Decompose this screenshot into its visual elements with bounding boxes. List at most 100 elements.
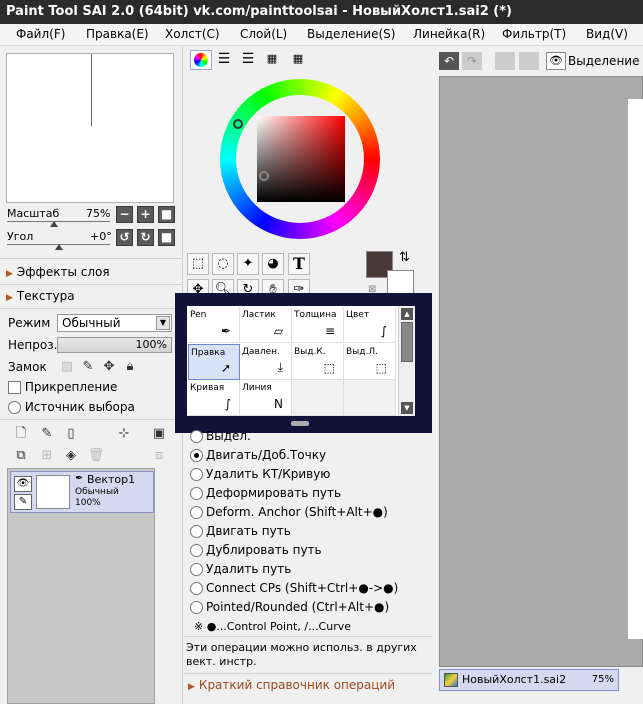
layer-row[interactable]: 👁︎ ✎ ✒ Вектор1 Обычный 100% (10, 471, 154, 513)
brush-pen[interactable]: Pen ✒ (188, 307, 240, 343)
rect-select-tool[interactable]: ⬚ (187, 253, 209, 275)
radio-button[interactable] (8, 401, 21, 414)
scroll-up-icon[interactable]: ▲ (401, 308, 413, 320)
opacity-slider[interactable]: 100% (57, 337, 172, 353)
color-picker-marker[interactable] (259, 171, 269, 181)
new-layer-icon[interactable]: 🗋︎ (12, 425, 30, 443)
radio-button[interactable] (190, 525, 203, 538)
invert-selection-icon[interactable] (519, 52, 539, 70)
text-tool[interactable]: T (288, 253, 310, 275)
option-move-path[interactable]: Двигать путь (190, 524, 291, 538)
option-duplicate-path[interactable]: Дублировать путь (190, 543, 322, 557)
hue-marker[interactable] (233, 119, 243, 129)
saturation-value-square[interactable] (257, 116, 345, 202)
canvas-tab[interactable]: НовыйХолст1.sai2 75% (439, 669, 619, 691)
zoom-in-button[interactable]: + (137, 206, 154, 223)
hsv-sliders-tab[interactable]: ☰ (238, 52, 258, 68)
option-pointed-rounded[interactable]: Pointed/Rounded (Ctrl+Alt+●) (190, 600, 389, 614)
trash-icon[interactable]: 🗑︎ (87, 447, 105, 465)
rotate-left-button[interactable]: ↺ (116, 229, 133, 246)
color-wheel-tab[interactable] (190, 50, 212, 70)
redo-icon[interactable]: ↷ (462, 52, 482, 70)
menu-layer[interactable]: Слой(L) (240, 27, 287, 41)
layer-list[interactable]: 👁︎ ✎ ✒ Вектор1 Обычный 100% (7, 468, 155, 704)
undo-icon[interactable]: ↶ (439, 52, 459, 70)
radio-button[interactable] (190, 582, 203, 595)
menu-selection[interactable]: Выделение(S) (307, 27, 395, 41)
brush-thickness[interactable]: Толщина ≡ (292, 307, 344, 343)
radio-button[interactable] (190, 487, 203, 500)
texture-header[interactable]: ▶ Текстура (6, 289, 75, 303)
lock-paint-icon[interactable]: ✎ (79, 358, 97, 376)
canvas-viewport[interactable] (439, 76, 643, 667)
zoom-reset-button[interactable]: ■ (158, 206, 175, 223)
layer-effects-header[interactable]: ▶ Эффекты слоя (6, 265, 110, 279)
show-selection-label[interactable]: Выделение (568, 54, 639, 68)
swatches-tab[interactable]: ▦ (286, 52, 310, 68)
new-folder-icon[interactable]: ▯ (62, 425, 80, 443)
brush-edit[interactable]: Правка ➚ (188, 344, 240, 380)
option-select[interactable]: Выдел. (190, 429, 251, 443)
option-delete-path[interactable]: Удалить путь (190, 562, 291, 576)
angle-slider-handle[interactable] (55, 244, 63, 250)
new-vector-layer-icon[interactable]: ✎ (38, 425, 56, 443)
lock-all-icon[interactable]: 🔒︎ (121, 358, 139, 376)
radio-button[interactable] (190, 430, 203, 443)
quick-reference-header[interactable]: ▶ Краткий справочник операций (188, 678, 395, 692)
option-move-add-point[interactable]: Двигать/Доб.Точку (190, 448, 326, 462)
menu-view[interactable]: Вид(V) (586, 27, 628, 41)
brush-empty-slot[interactable] (292, 380, 344, 416)
swap-colors-icon[interactable]: ⇅ (399, 250, 410, 265)
menu-canvas[interactable]: Холст(C) (165, 27, 220, 41)
navigator-preview[interactable] (6, 53, 174, 203)
rgb-sliders-tab[interactable]: ☰ (214, 52, 234, 68)
menu-ruler[interactable]: Линейка(R) (413, 27, 485, 41)
zoom-slider[interactable] (7, 221, 110, 222)
scroll-down-icon[interactable]: ▼ (401, 402, 413, 414)
option-connect-cps[interactable]: Connect CPs (Shift+Ctrl+●->●) (190, 581, 398, 595)
layer-transform-icon[interactable]: ⊹ (115, 425, 133, 443)
canvas-sheet[interactable] (628, 99, 643, 639)
shape-tool[interactable]: ◕ (262, 253, 284, 275)
deselect-icon[interactable] (495, 52, 515, 70)
brush-pressure[interactable]: Давлен. ⤓ (240, 344, 292, 380)
brush-eraser[interactable]: Ластик ▱ (240, 307, 292, 343)
brush-curve[interactable]: Кривая ∫ (188, 380, 240, 416)
eye-icon[interactable]: 👁︎ (14, 476, 32, 492)
palette-tab[interactable]: ▦ (262, 52, 282, 68)
brush-select-line[interactable]: Выд.Л. ⬚ (344, 344, 396, 380)
radio-button[interactable] (190, 449, 203, 462)
option-delete-point[interactable]: Удалить КТ/Кривую (190, 467, 330, 481)
scroll-thumb[interactable] (401, 322, 413, 362)
selection-source-checkbox[interactable]: Источник выбора (8, 400, 135, 414)
option-deform-path[interactable]: Деформировать путь (190, 486, 341, 500)
rotate-right-button[interactable]: ↻ (137, 229, 154, 246)
menu-edit[interactable]: Правка(E) (86, 27, 149, 41)
radio-button[interactable] (190, 544, 203, 557)
popup-resize-grip[interactable] (291, 421, 309, 426)
brush-empty-slot[interactable] (344, 380, 396, 416)
checkbox-box[interactable] (8, 381, 21, 394)
blend-mode-select[interactable]: Обычный ▼ (57, 314, 172, 332)
layer-mask-icon[interactable]: ▣ (150, 425, 168, 443)
menu-file[interactable]: Файл(F) (16, 27, 65, 41)
zoom-slider-handle[interactable] (50, 221, 58, 227)
brush-polyline[interactable]: Линия N (240, 380, 292, 416)
brush-grid-scrollbar[interactable]: ▲ ▼ (398, 306, 415, 416)
radio-button[interactable] (190, 468, 203, 481)
rotate-reset-button[interactable]: ■ (158, 229, 175, 246)
radio-button[interactable] (190, 601, 203, 614)
clip-checkbox[interactable]: Прикрепление (8, 380, 117, 394)
zoom-out-button[interactable]: − (116, 206, 133, 223)
menu-filter[interactable]: Фильтр(T) (502, 27, 566, 41)
lock-transparency-icon[interactable]: ▨ (58, 358, 76, 376)
copy-layer-icon[interactable]: ⧉ (12, 447, 30, 465)
merge-down-icon[interactable]: ⊞ (38, 447, 56, 465)
lasso-tool[interactable]: ◌ (212, 253, 234, 275)
radio-button[interactable] (190, 563, 203, 576)
magic-wand-tool[interactable]: ✦ (237, 253, 259, 275)
lock-move-icon[interactable]: ✥ (100, 358, 118, 376)
radio-button[interactable] (190, 506, 203, 519)
clear-layer-icon[interactable]: ◈ (62, 447, 80, 465)
option-deform-anchor[interactable]: Deform. Anchor (Shift+Alt+●) (190, 505, 388, 519)
